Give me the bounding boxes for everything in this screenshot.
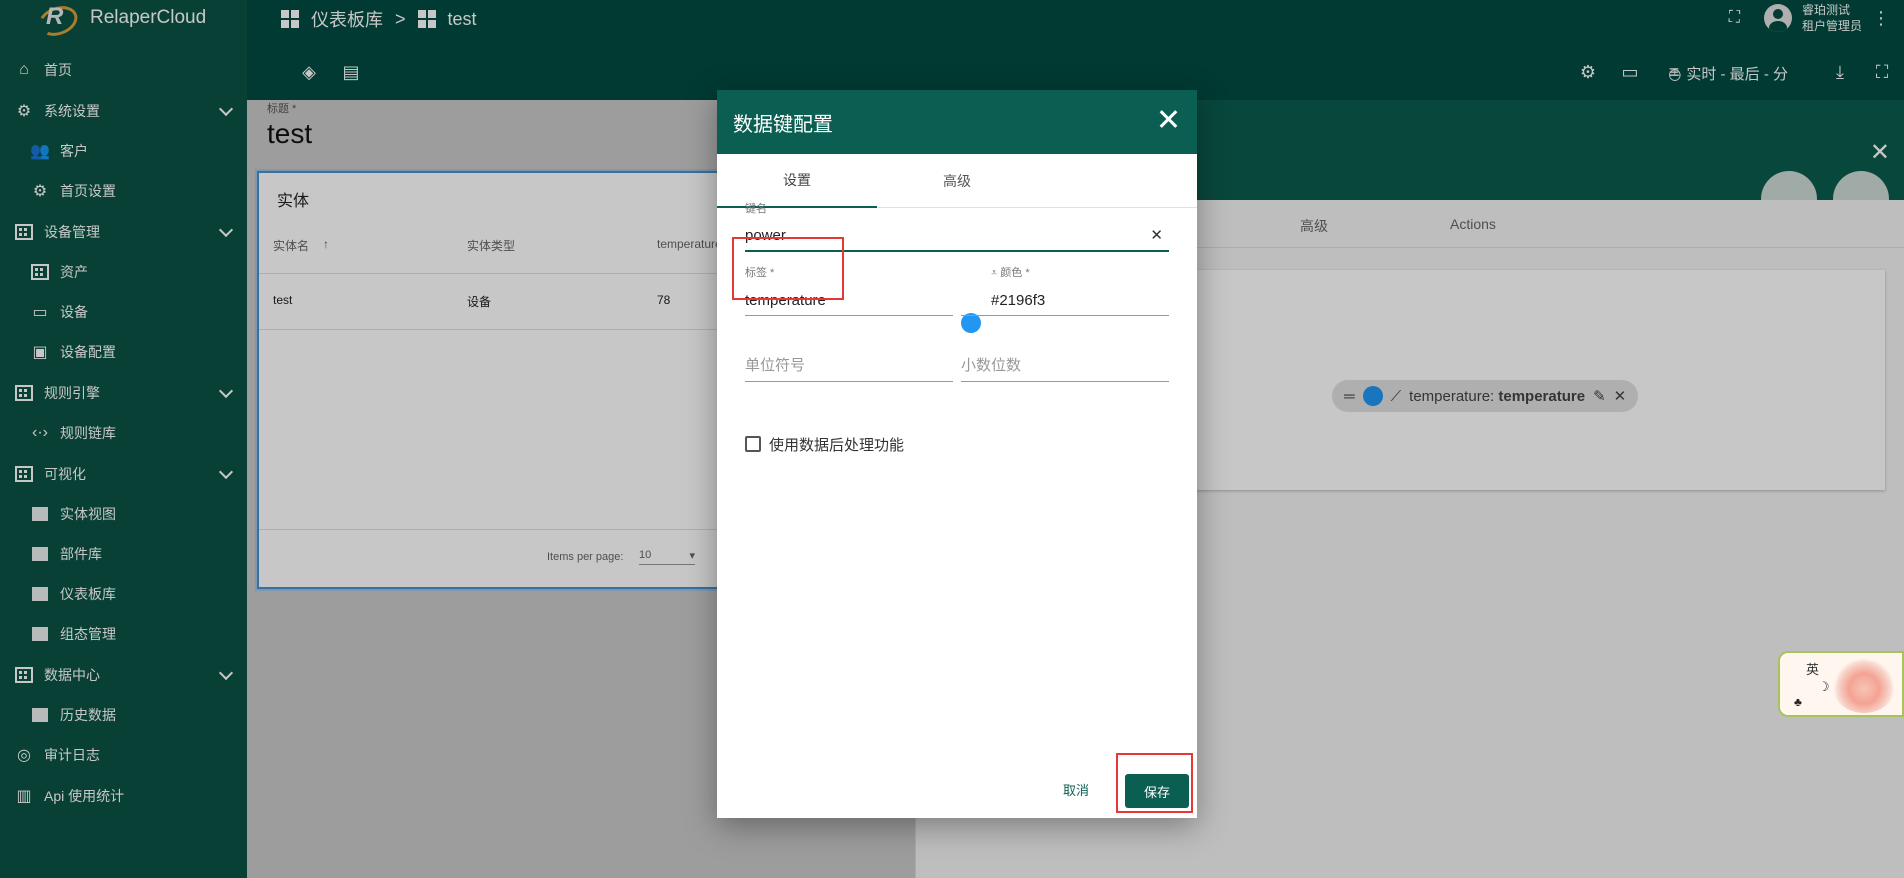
data-key-config-dialog: 数据键配置 设置 高级 键名 power ✕ 标签 * temperature … [717, 90, 1197, 818]
field-label: ⩡ 颜色 * [991, 267, 1030, 279]
postprocess-checkbox[interactable] [745, 436, 761, 452]
field-placeholder: 单位符号 [745, 357, 806, 374]
dialog-header: 数据键配置 [717, 90, 1197, 154]
units-field[interactable]: 单位符号 [745, 350, 953, 382]
color-field[interactable]: ⩡ 颜色 * #2196f3 [961, 267, 1169, 316]
shirt-icon: ♣ [1794, 695, 1802, 709]
ime-floating-widget[interactable]: 英 ☽ ♣ [1778, 651, 1904, 717]
dialog-tabs: 设置 高级 [717, 154, 1197, 208]
tab-advanced[interactable]: 高级 [877, 154, 1037, 208]
ime-mode-label: 英 [1806, 662, 1820, 677]
moon-icon: ☽ [1818, 679, 1830, 694]
close-icon[interactable]: ✕ [1150, 226, 1163, 244]
field-label: 键名 [745, 203, 767, 215]
flower-image [1832, 659, 1896, 713]
highlight-save-button [1116, 753, 1193, 813]
color-swatch[interactable] [961, 313, 981, 333]
field-placeholder: 小数位数 [961, 357, 1022, 374]
checkbox-label: 使用数据后处理功能 [769, 437, 905, 454]
highlight-key-field [732, 237, 844, 300]
close-icon[interactable] [1157, 108, 1179, 130]
format-color-icon: ⩡ [991, 267, 998, 279]
decimals-field[interactable]: 小数位数 [961, 350, 1169, 382]
tab-settings[interactable]: 设置 [717, 154, 877, 208]
cancel-button[interactable]: 取消 [1063, 780, 1089, 799]
field-value[interactable]: #2196f3 [991, 292, 1045, 309]
dialog-title: 数据键配置 [733, 113, 833, 136]
